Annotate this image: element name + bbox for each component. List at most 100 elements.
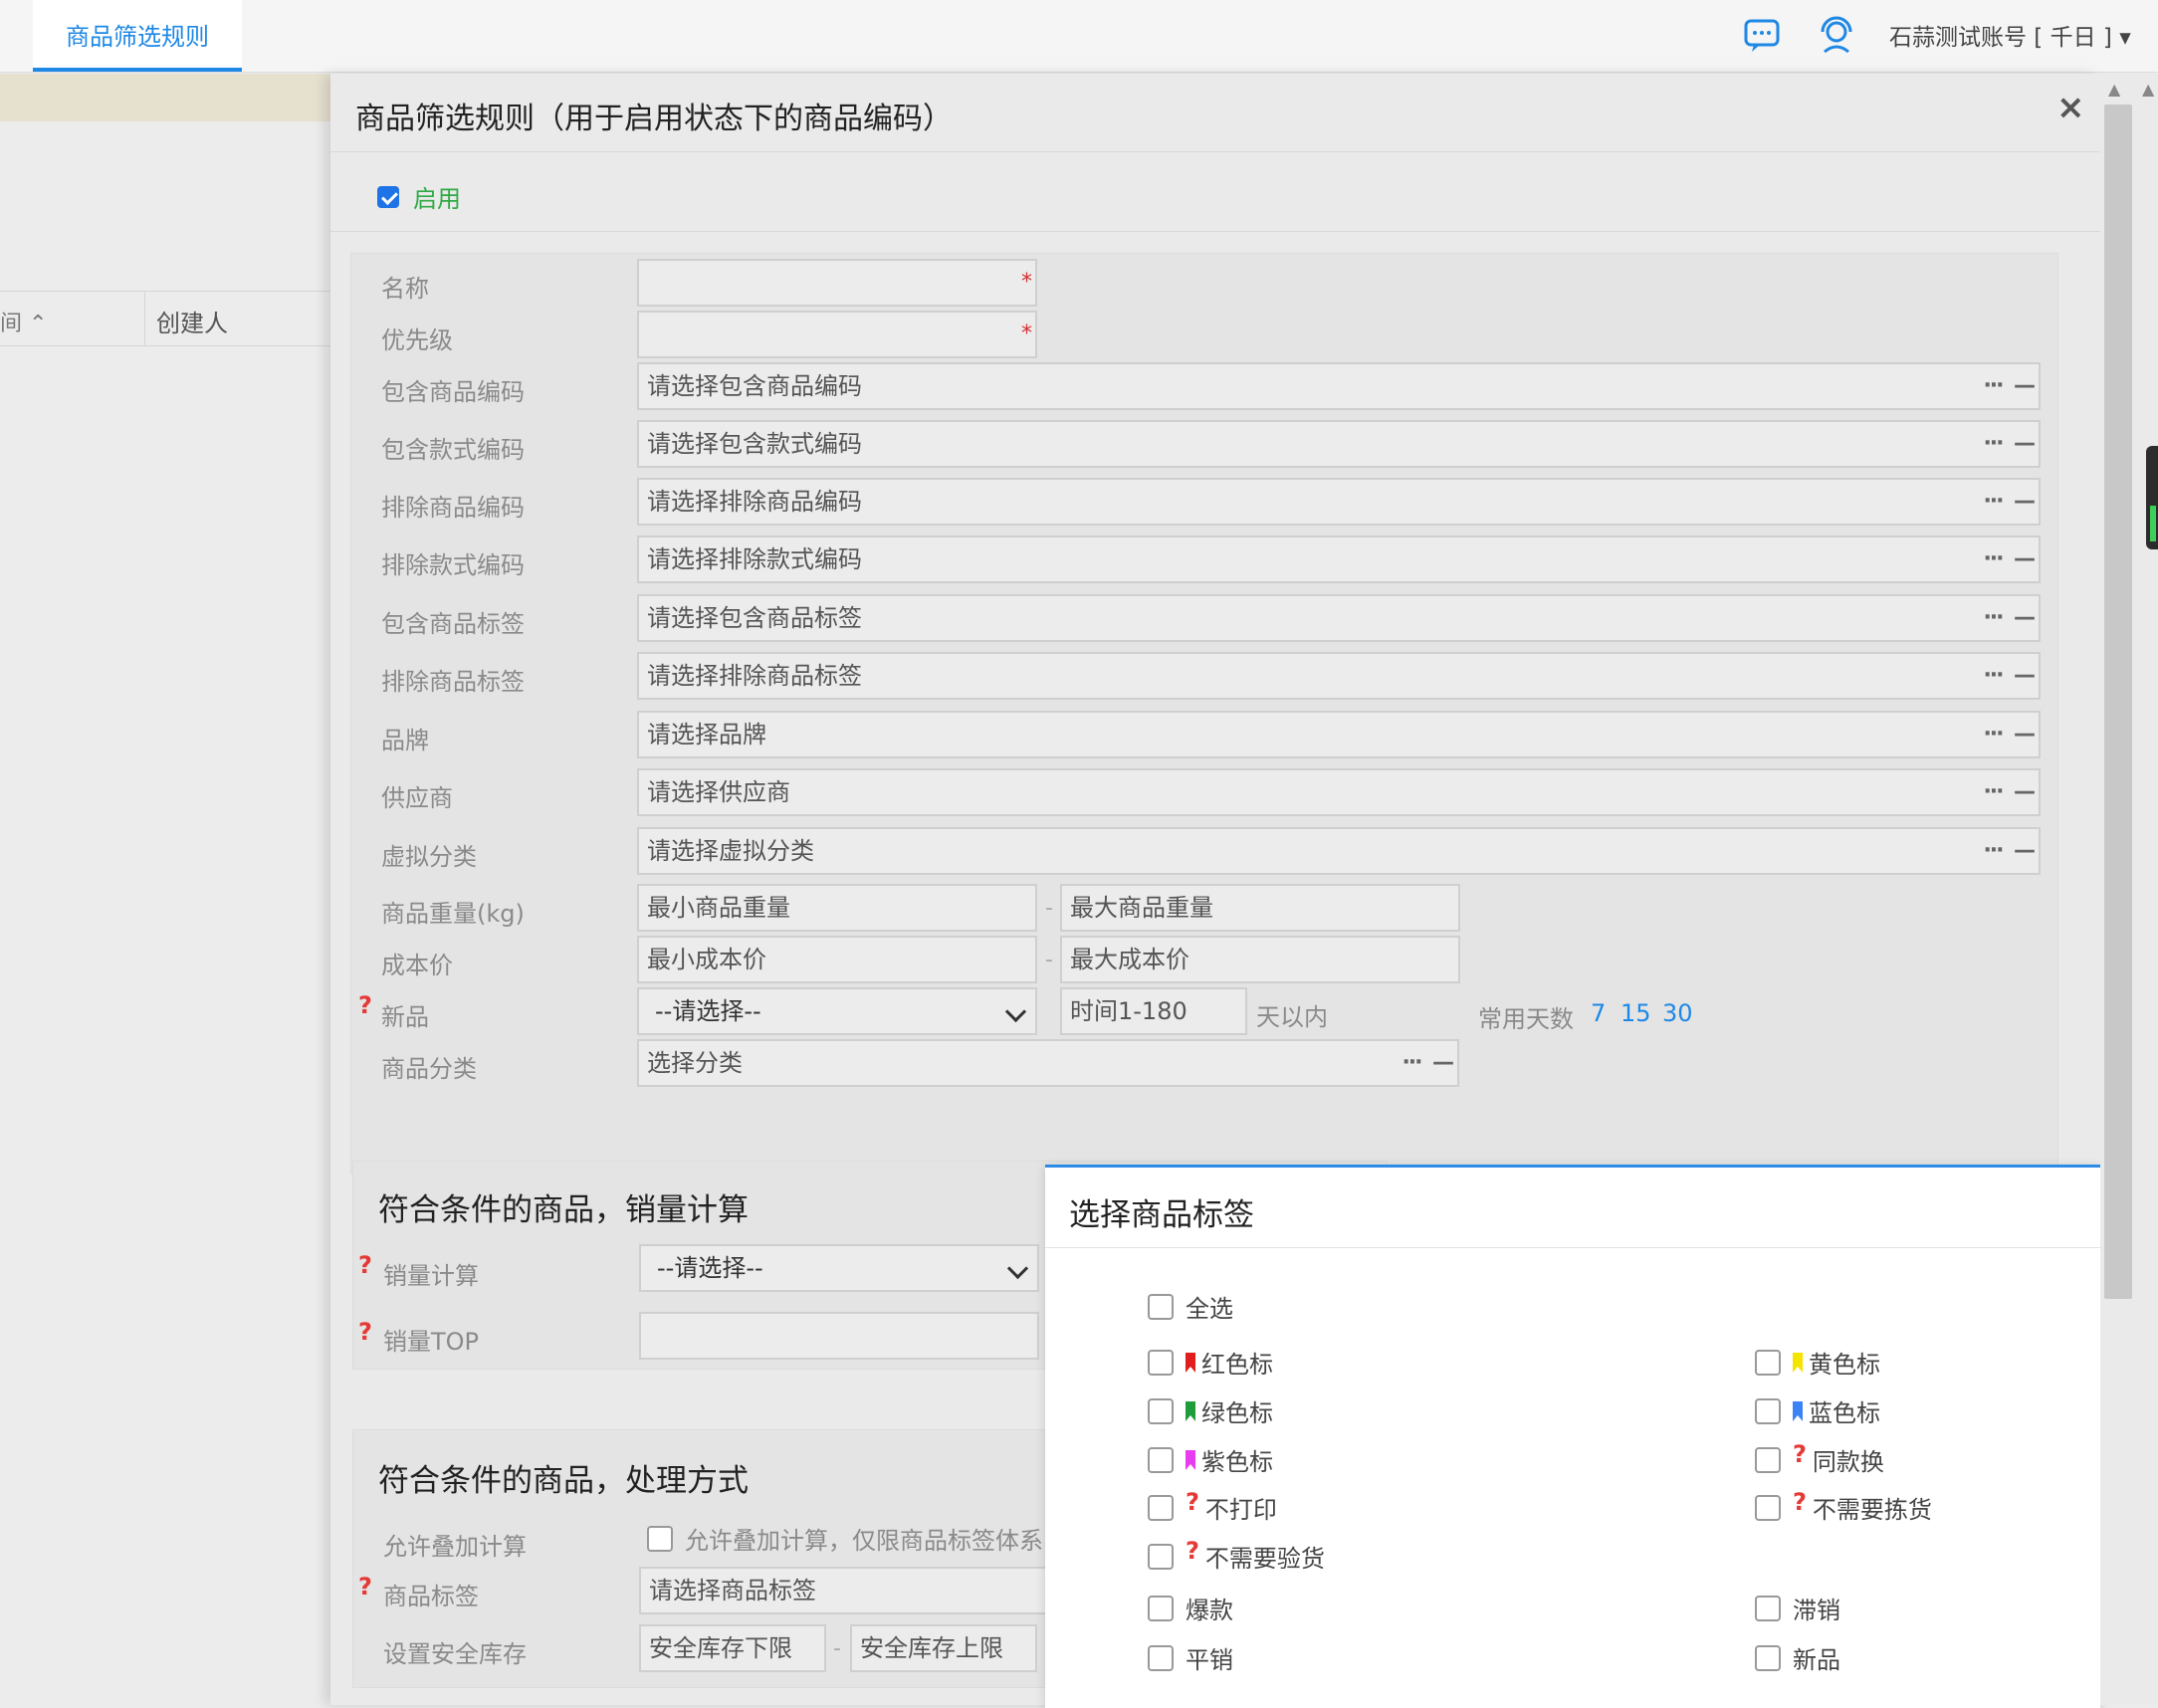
help-icon[interactable]: ? [1186, 1537, 1199, 1565]
stack-option[interactable]: 允许叠加计算，仅限商品标签体系 [647, 1521, 1043, 1556]
tag-checkbox[interactable] [1148, 1494, 1174, 1521]
exclude-style-input[interactable]: 请选择排除款式编码 ··· — [637, 535, 2041, 583]
tag-checkbox[interactable] [1755, 1494, 1781, 1521]
tag-checkbox[interactable] [1755, 1644, 1781, 1671]
help-icon[interactable]: ? [1186, 1488, 1199, 1516]
tag-checkbox[interactable] [1148, 1543, 1174, 1570]
clear-icon[interactable]: — [2011, 770, 2039, 814]
clear-icon[interactable]: — [2011, 422, 2039, 466]
tag-checkbox[interactable] [1148, 1397, 1174, 1424]
supplier-input[interactable]: 请选择供应商 ··· — [637, 768, 2041, 816]
scroll-up-arrow-icon[interactable]: ▲ [2108, 80, 2120, 99]
clear-icon[interactable]: — [2011, 596, 2039, 640]
stack-checkbox[interactable] [647, 1525, 673, 1552]
enabled-toggle[interactable]: 启用 [377, 179, 461, 214]
support-icon[interactable] [1817, 16, 1856, 56]
include-sku-input[interactable]: 请选择包含商品编码 ··· — [637, 362, 2041, 410]
cost-min-input[interactable]: 最小成本价 [637, 936, 1037, 983]
column-time[interactable]: 间 ⌃ [0, 306, 47, 337]
help-icon[interactable]: ? [1793, 1440, 1807, 1468]
scrollbar-thumb[interactable] [2104, 105, 2132, 1299]
more-icon[interactable]: ··· [1975, 480, 2011, 524]
safe-stock-max[interactable]: 安全库存上限 [850, 1624, 1037, 1672]
clear-icon[interactable]: — [2011, 537, 2039, 581]
more-icon[interactable]: ··· [1975, 422, 2011, 466]
common-days-15[interactable]: 15 [1620, 999, 1651, 1027]
clear-icon[interactable]: — [2011, 654, 2039, 698]
weight-max-input[interactable]: 最大商品重量 [1060, 884, 1460, 932]
tag-checkbox[interactable] [1755, 1446, 1781, 1473]
new-product-select[interactable]: --请选择-- [637, 987, 1037, 1035]
common-days-30[interactable]: 30 [1662, 999, 1693, 1027]
common-days-7[interactable]: 7 [1591, 999, 1606, 1027]
dialog-title: 商品筛选规则（用于启用状态下的商品编码） [355, 102, 953, 136]
more-icon[interactable]: ··· [1975, 770, 2011, 814]
exclude-sku-input[interactable]: 请选择排除商品编码 ··· — [637, 478, 2041, 526]
cost-max-input[interactable]: 最大成本价 [1060, 936, 1460, 983]
name-input[interactable]: * [637, 259, 1037, 307]
more-icon[interactable]: ··· [1975, 654, 2011, 698]
include-tag-label: 包含商品标签 [381, 610, 525, 638]
tag-select-all[interactable]: 全选 [1148, 1289, 1233, 1324]
new-days-input[interactable]: 时间1-180 [1060, 987, 1247, 1035]
clear-icon[interactable]: — [2011, 713, 2039, 756]
tag-green[interactable]: 绿色标 [1148, 1393, 1273, 1428]
virtual-category-input[interactable]: 请选择虚拟分类 ··· — [637, 827, 2041, 875]
tag-checkbox[interactable] [1755, 1595, 1781, 1621]
scroll-up-arrow-icon[interactable]: ▲ [2142, 80, 2154, 99]
help-icon[interactable]: ? [358, 1251, 372, 1279]
brand-label: 品牌 [381, 727, 429, 754]
clear-icon[interactable]: — [2011, 364, 2039, 408]
tag-checkbox[interactable] [1148, 1349, 1174, 1376]
sales-top-input[interactable] [639, 1312, 1039, 1360]
more-icon[interactable]: ··· [1394, 1041, 1429, 1085]
tag-new[interactable]: 新品 [1755, 1640, 1840, 1675]
clear-icon[interactable]: — [1429, 1041, 1457, 1085]
close-icon[interactable]: × [2056, 88, 2085, 127]
more-icon[interactable]: ··· [1975, 829, 2011, 873]
tag-blue[interactable]: 蓝色标 [1755, 1393, 1880, 1428]
outer-scrollbar-thumb[interactable] [2146, 446, 2158, 549]
tag-hot[interactable]: 爆款 [1148, 1591, 1233, 1625]
include-style-input[interactable]: 请选择包含款式编码 ··· — [637, 420, 2041, 468]
help-icon[interactable]: ? [358, 991, 372, 1019]
select-all-checkbox[interactable] [1148, 1293, 1174, 1320]
chat-icon[interactable] [1742, 16, 1782, 56]
more-icon[interactable]: ··· [1975, 364, 2011, 408]
tag-no-print[interactable]: ? 不打印 [1148, 1488, 1277, 1525]
tag-checkbox[interactable] [1755, 1349, 1781, 1376]
tag-checkbox[interactable] [1148, 1644, 1174, 1671]
tag-checkbox[interactable] [1148, 1595, 1174, 1621]
clear-icon[interactable]: — [2011, 480, 2039, 524]
tag-red[interactable]: 红色标 [1148, 1345, 1273, 1380]
column-creator[interactable]: 创建人 [156, 304, 228, 338]
weight-min-input[interactable]: 最小商品重量 [637, 884, 1037, 932]
tag-normal[interactable]: 平销 [1148, 1640, 1233, 1675]
category-input[interactable]: 选择分类 ··· — [637, 1039, 1459, 1087]
tag-same-style-swap[interactable]: ? 同款换 [1755, 1440, 1884, 1477]
sales-calc-select[interactable]: --请选择-- [639, 1244, 1039, 1292]
more-icon[interactable]: ··· [1975, 537, 2011, 581]
brand-input[interactable]: 请选择品牌 ··· — [637, 711, 2041, 758]
clear-icon[interactable]: — [2011, 829, 2039, 873]
tag-checkbox[interactable] [1755, 1397, 1781, 1424]
more-icon[interactable]: ··· [1975, 713, 2011, 756]
tag-purple[interactable]: 紫色标 [1148, 1442, 1273, 1477]
user-menu[interactable]: 石蒜测试账号 [ 千日 ] ▾ [1889, 18, 2131, 52]
divider [1045, 1247, 2100, 1248]
more-icon[interactable]: ··· [1975, 596, 2011, 640]
tag-no-inspection[interactable]: ? 不需要验货 [1148, 1537, 1325, 1574]
tag-slow[interactable]: 滞销 [1755, 1591, 1840, 1625]
tag-checkbox[interactable] [1148, 1446, 1174, 1473]
exclude-tag-input[interactable]: 请选择排除商品标签 ··· — [637, 652, 2041, 700]
tab-product-filter-rules[interactable]: 商品筛选规则 [33, 0, 242, 72]
help-icon[interactable]: ? [358, 1318, 372, 1346]
help-icon[interactable]: ? [358, 1573, 372, 1601]
safe-stock-min[interactable]: 安全库存下限 [639, 1624, 826, 1672]
help-icon[interactable]: ? [1793, 1488, 1807, 1516]
include-tag-input[interactable]: 请选择包含商品标签 ··· — [637, 594, 2041, 642]
tag-yellow[interactable]: 黄色标 [1755, 1345, 1880, 1380]
tag-no-picking[interactable]: ? 不需要拣货 [1755, 1488, 1932, 1525]
priority-input[interactable]: * [637, 311, 1037, 358]
enabled-checkbox[interactable] [377, 185, 399, 208]
